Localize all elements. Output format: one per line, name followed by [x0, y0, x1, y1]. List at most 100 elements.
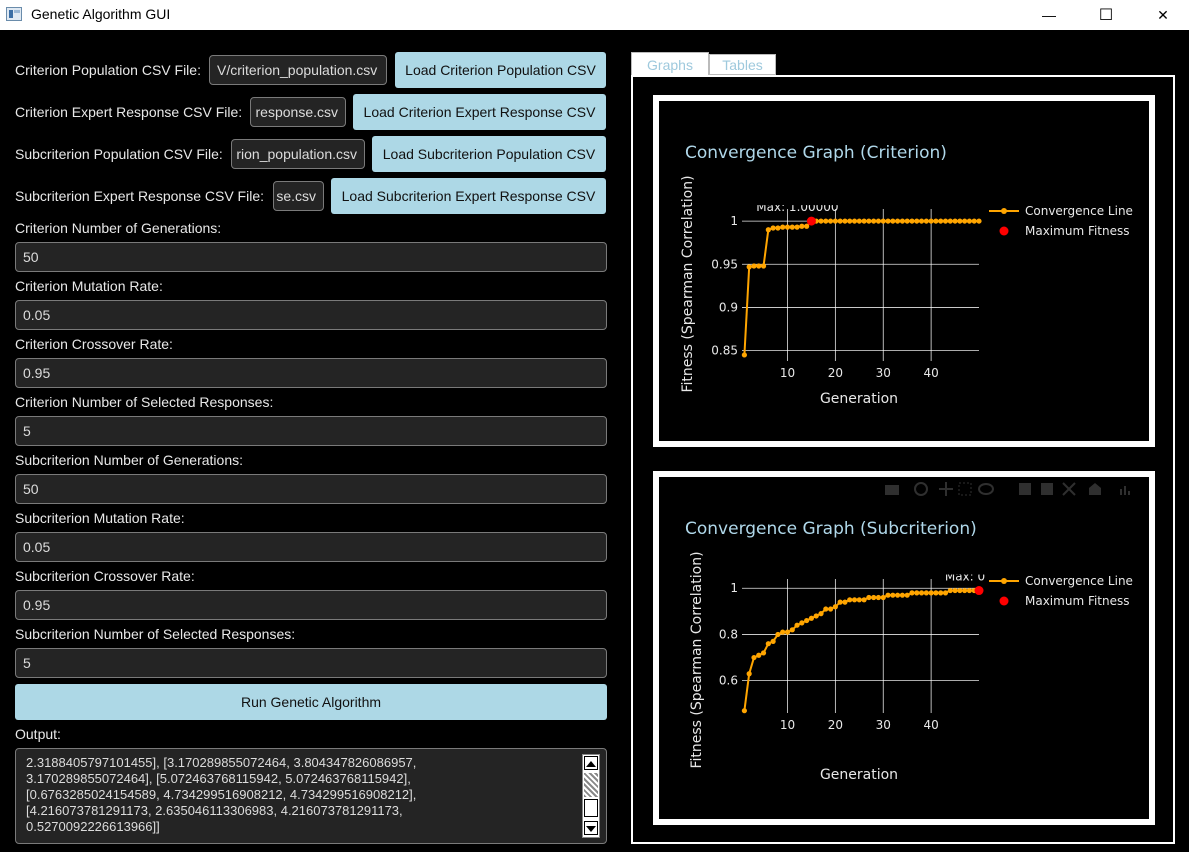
reset-axes-icon[interactable] [1089, 483, 1101, 495]
convergence-point [789, 224, 795, 230]
close-button[interactable]: ✕ [1134, 0, 1189, 30]
subcriterion-generations-label: Subcriterion Number of Generations: [15, 452, 243, 468]
load-subcriterion-expert-response-button[interactable]: Load Subcriterion Expert Response CSV [331, 178, 606, 214]
maximize-icon: ☐ [1098, 7, 1114, 24]
criterion-selected-input[interactable]: 5 [15, 416, 607, 446]
output-line: 3.170289855072464], [5.072463768115942, … [26, 771, 411, 786]
y-tick-label: 0.8 [719, 627, 738, 641]
convergence-point [780, 224, 786, 230]
convergence-point [818, 218, 824, 224]
load-criterion-expert-response-button[interactable]: Load Criterion Expert Response CSV [353, 94, 606, 130]
convergence-point [923, 590, 929, 596]
convergence-point [756, 652, 762, 658]
modebar[interactable] [885, 482, 1130, 496]
criterion-expert-response-field[interactable]: response.csv [250, 97, 346, 127]
convergence-point [895, 592, 901, 598]
x-tick-label: 10 [780, 366, 795, 380]
load-criterion-population-button[interactable]: Load Criterion Population CSV [395, 52, 606, 88]
convergence-point [818, 611, 824, 617]
convergence-point [823, 606, 829, 612]
convergence-point [780, 629, 786, 635]
subcriterion-mutation-input[interactable]: 0.05 [15, 532, 607, 562]
title-bar: Genetic Algorithm GUI — ☐ ✕ [0, 0, 1189, 30]
convergence-point [880, 218, 886, 224]
run-genetic-algorithm-button[interactable]: Run Genetic Algorithm [15, 684, 607, 720]
tab-tables[interactable]: Tables [709, 54, 776, 75]
max-fitness-marker [806, 216, 816, 226]
window-title: Genetic Algorithm GUI [31, 6, 171, 22]
convergence-point [947, 587, 953, 594]
y-axis-label: Fitness (Spearman Correlation) [680, 175, 696, 392]
legend-item-convergence[interactable]: Convergence Line [1025, 574, 1133, 588]
convergence-point [923, 218, 929, 224]
output-scrollbar[interactable] [582, 754, 600, 838]
subcriterion-crossover-label: Subcriterion Crossover Rate: [15, 568, 195, 584]
output-textbox[interactable]: 2.3188405797101455], [3.170289855072464,… [15, 748, 607, 844]
criterion-population-field[interactable]: V/criterion_population.csv [209, 55, 387, 85]
convergence-point [976, 218, 982, 224]
convergence-point [880, 594, 886, 601]
convergence-point [808, 615, 815, 621]
convergence-point [909, 218, 915, 224]
maximize-button[interactable]: ☐ [1077, 0, 1135, 30]
convergence-point [952, 218, 958, 224]
convergence-point [885, 592, 891, 598]
subcriterion-mutation-label: Subcriterion Mutation Rate: [15, 510, 185, 526]
legend-item-convergence[interactable]: Convergence Line [1025, 204, 1133, 218]
scroll-down-arrow-icon[interactable] [584, 821, 598, 835]
zoom-out-icon[interactable] [1041, 483, 1053, 495]
convergence-point [741, 708, 747, 714]
camera-icon[interactable] [885, 485, 899, 495]
load-subcriterion-population-button[interactable]: Load Subcriterion Population CSV [372, 136, 606, 172]
subcriterion-population-field[interactable]: rion_population.csv [231, 139, 365, 169]
legend-item-maximum[interactable]: Maximum Fitness [1025, 224, 1130, 238]
convergence-point [971, 218, 977, 224]
convergence-point [851, 218, 858, 224]
subcriterion-selected-label: Subcriterion Number of Selected Response… [15, 626, 296, 642]
convergence-point [861, 218, 867, 224]
scroll-trough[interactable] [584, 799, 598, 817]
convergence-point [847, 597, 853, 603]
tab-graphs[interactable]: Graphs [631, 52, 709, 76]
convergence-line [743, 589, 979, 711]
x-axis-label: Generation [820, 391, 898, 407]
convergence-point [966, 218, 973, 224]
subcriterion-crossover-input[interactable]: 0.95 [15, 590, 607, 620]
criterion-convergence-chart[interactable]: Convergence Graph (Criterion) Generation… [659, 101, 1149, 441]
y-tick-label: 0.85 [711, 344, 738, 358]
annotation-clip [722, 560, 1022, 575]
convergence-point [866, 218, 872, 224]
subcriterion-selected-input[interactable]: 5 [15, 648, 607, 678]
autoscale-icon[interactable] [1062, 482, 1076, 496]
plotly-logo-icon[interactable] [1120, 486, 1130, 495]
scroll-thumb[interactable] [584, 773, 598, 797]
box-select-icon[interactable] [958, 482, 972, 496]
zoom-in-icon[interactable] [1019, 483, 1031, 495]
convergence-point [928, 218, 934, 224]
subcriterion-expert-response-field[interactable]: se.csv [273, 181, 324, 211]
zoom-icon[interactable] [914, 482, 928, 496]
pan-icon[interactable] [939, 482, 953, 496]
scroll-up-arrow-icon[interactable] [584, 756, 598, 770]
subcriterion-generations-input[interactable]: 50 [15, 474, 607, 504]
criterion-generations-label: Criterion Number of Generations: [15, 220, 222, 236]
convergence-point [794, 224, 800, 230]
y-axis-label: Fitness (Spearman Correlation) [689, 551, 705, 768]
x-tick-label: 40 [923, 366, 938, 380]
convergence-point [770, 225, 776, 231]
convergence-point [947, 218, 953, 224]
convergence-point [847, 218, 853, 224]
criterion-mutation-input[interactable]: 0.05 [15, 300, 607, 330]
minimize-button[interactable]: — [1020, 0, 1078, 30]
legend-item-maximum[interactable]: Maximum Fitness [1025, 594, 1130, 608]
convergence-point [871, 594, 877, 601]
convergence-point [957, 587, 963, 594]
convergence-point [856, 597, 862, 603]
subcriterion-convergence-chart[interactable]: Convergence Graph (Subcriterion) Generat… [659, 477, 1149, 819]
convergence-point [899, 592, 905, 598]
convergence-point [875, 218, 882, 224]
convergence-point [799, 620, 805, 626]
lasso-select-icon[interactable] [978, 483, 994, 495]
criterion-generations-input[interactable]: 50 [15, 242, 607, 272]
criterion-crossover-input[interactable]: 0.95 [15, 358, 607, 388]
